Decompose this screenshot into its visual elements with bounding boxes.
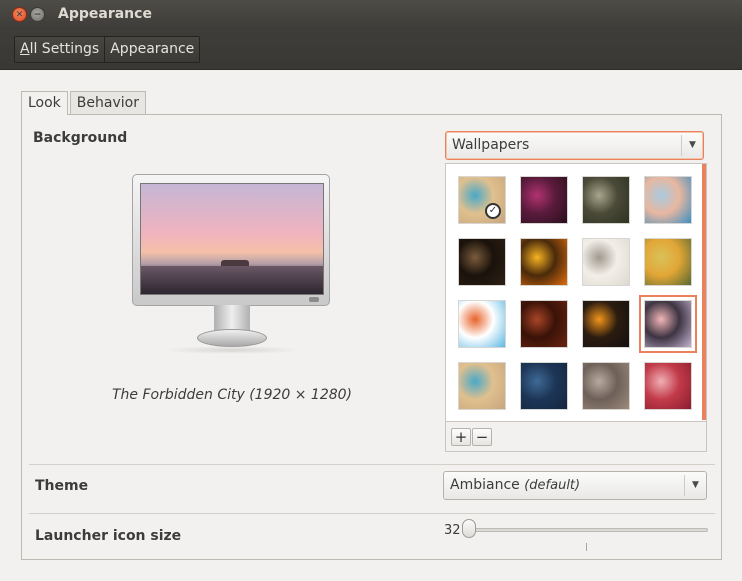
wallpaper-thumbnail[interactable]	[644, 362, 692, 410]
wallpaper-thumbnail[interactable]	[458, 362, 506, 410]
tab-behavior[interactable]: Behavior	[69, 91, 146, 114]
gallery-scrollbar[interactable]	[702, 164, 706, 420]
launcher-size-value: 32	[444, 523, 461, 538]
wallpaper-thumbnail[interactable]	[582, 300, 630, 348]
wallpaper-thumbnail[interactable]	[520, 300, 568, 348]
wallpaper-thumbnail[interactable]	[582, 176, 630, 224]
launcher-icon-size-label: Launcher icon size	[35, 528, 182, 544]
wallpaper-thumbnail[interactable]	[644, 238, 692, 286]
divider	[29, 464, 715, 465]
launcher-size-slider[interactable]	[470, 528, 708, 532]
tab-bar: Look Behavior	[21, 91, 148, 115]
preview-caption: The Forbidden City (1920 × 1280)	[111, 387, 353, 403]
window-title: Appearance	[58, 6, 152, 22]
power-indicator	[309, 297, 319, 302]
monitor-bezel	[132, 174, 330, 306]
wallpaper-thumbnail[interactable]	[639, 295, 697, 353]
wallpaper-thumbnail[interactable]	[520, 238, 568, 286]
gallery-toolbar: + −	[445, 422, 707, 452]
mnemonic-letter: A	[20, 41, 30, 57]
monitor-preview	[132, 174, 332, 354]
toolbar: All Settings Appearance	[0, 30, 742, 70]
all-settings-label: ll Settings	[29, 41, 100, 57]
appearance-window: ✕ − Appearance All Settings Appearance L…	[0, 0, 742, 581]
monitor-shadow	[162, 346, 302, 354]
title-bar: ✕ − Appearance	[0, 0, 742, 30]
wallpaper-thumbnail[interactable]	[520, 176, 568, 224]
close-icon[interactable]: ✕	[12, 7, 27, 22]
wallpaper-source-value: Wallpapers	[452, 137, 530, 153]
tab-look[interactable]: Look	[21, 91, 68, 115]
slider-handle[interactable]	[462, 519, 476, 538]
wallpaper-source-select[interactable]: Wallpapers ▼	[445, 131, 704, 160]
breadcrumb: All Settings Appearance	[14, 36, 201, 63]
minimize-icon[interactable]: −	[30, 7, 45, 22]
chevron-down-icon: ▼	[684, 475, 706, 496]
wallpaper-thumbnail[interactable]	[458, 238, 506, 286]
remove-wallpaper-button[interactable]: −	[472, 428, 492, 446]
wallpaper-gallery: ✓	[445, 163, 707, 422]
divider	[29, 513, 715, 514]
wallpaper-thumbnail[interactable]	[520, 362, 568, 410]
look-panel: Background Wallpapers ▼ The Forbidden Ci…	[21, 114, 722, 560]
add-wallpaper-button[interactable]: +	[451, 428, 471, 446]
background-label: Background	[33, 130, 128, 146]
theme-value: Ambiance	[450, 477, 520, 493]
theme-label: Theme	[35, 478, 89, 494]
all-settings-button[interactable]: All Settings	[15, 37, 105, 62]
chevron-down-icon: ▼	[681, 135, 703, 156]
wallpaper-thumbnail[interactable]	[458, 300, 506, 348]
city-silhouette	[141, 266, 323, 294]
breadcrumb-current[interactable]: Appearance	[104, 37, 200, 62]
wallpaper-thumbnail[interactable]	[644, 176, 692, 224]
slider-tick	[586, 543, 587, 551]
wallpaper-preview	[140, 183, 324, 295]
wallpaper-thumbnail[interactable]: ✓	[458, 176, 506, 224]
clock-icon: ✓	[485, 203, 501, 219]
theme-default-note: (default)	[524, 478, 581, 493]
wallpaper-thumbnail[interactable]	[582, 362, 630, 410]
theme-select[interactable]: Ambiance (default) ▼	[443, 471, 707, 500]
monitor-base	[197, 329, 267, 347]
wallpaper-thumbnail[interactable]	[582, 238, 630, 286]
